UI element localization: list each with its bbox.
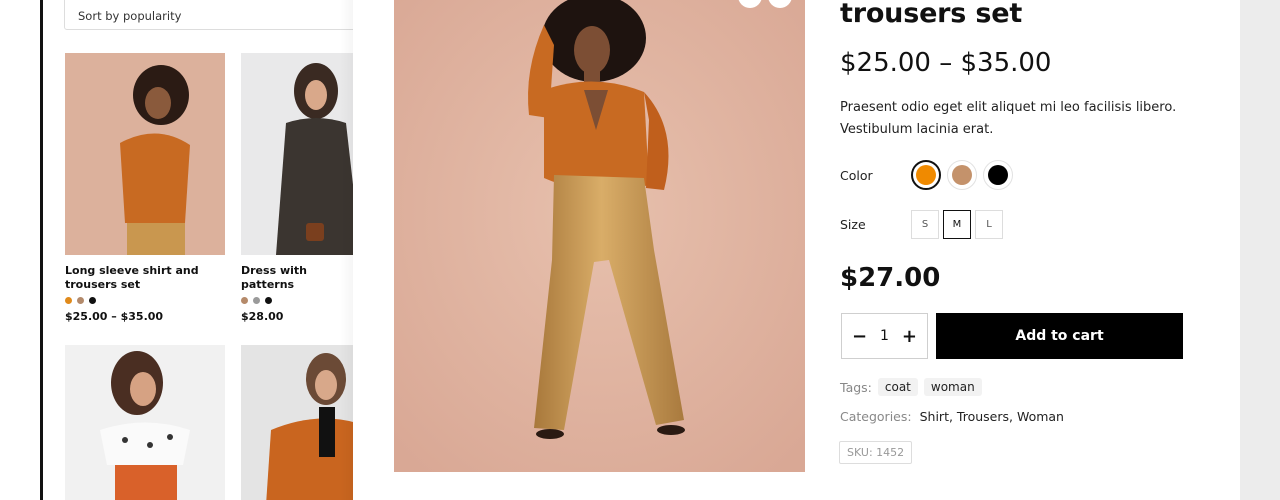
sku-badge: SKU: 1452 <box>839 441 913 464</box>
product-image[interactable] <box>65 345 225 500</box>
add-to-cart-button[interactable]: Add to cart <box>936 313 1183 359</box>
color-swatch-tan[interactable] <box>947 160 977 190</box>
swatch-black[interactable] <box>89 297 96 304</box>
price-range: $25.00 – $35.00 <box>840 48 1052 78</box>
increment-button[interactable]: + <box>902 326 917 347</box>
tags-row: Tags: coat woman <box>840 378 982 396</box>
product-card[interactable]: Long sleeve shirt and trousers set $25.0… <box>65 53 225 323</box>
swatch-black[interactable] <box>265 297 272 304</box>
product-title: trousers set <box>840 0 1023 29</box>
swatch-grey[interactable] <box>253 297 260 304</box>
categories-row: Categories: Shirt, Trousers, Woman <box>840 409 1064 424</box>
categories-links[interactable]: Shirt, Trousers, Woman <box>920 409 1064 424</box>
product-name[interactable]: Dress with patterns <box>241 264 356 292</box>
categories-label: Categories: <box>840 409 912 424</box>
size-option-m[interactable]: M <box>943 210 971 239</box>
color-swatch-orange[interactable] <box>911 160 941 190</box>
swatch-tan[interactable] <box>241 297 248 304</box>
product-description: Praesent odio eget elit aliquet mi leo f… <box>840 100 1177 137</box>
tag-link[interactable]: coat <box>877 378 918 396</box>
quantity-value[interactable]: 1 <box>880 328 889 344</box>
tag-link[interactable]: woman <box>923 378 982 396</box>
product-price: $25.00 – $35.00 <box>65 310 164 323</box>
swatches <box>65 297 225 304</box>
sort-select[interactable]: Sort by popularity <box>64 0 364 30</box>
size-option-s[interactable]: S <box>911 210 939 239</box>
product-card[interactable]: Dress with patterns $28.00 <box>241 53 356 323</box>
color-swatch-black[interactable] <box>983 160 1013 190</box>
product-price: $28.00 <box>241 310 284 323</box>
product-image[interactable] <box>241 53 356 255</box>
quantity-stepper: − 1 + <box>841 313 928 359</box>
product-image[interactable] <box>241 345 356 500</box>
main-product-image[interactable] <box>394 0 805 472</box>
product-name[interactable]: Long sleeve shirt and trousers set <box>65 264 225 292</box>
size-label: Size <box>840 217 866 232</box>
decrement-button[interactable]: − <box>852 326 867 347</box>
product-image[interactable] <box>65 53 225 255</box>
tags-label: Tags: <box>840 379 872 395</box>
product-card[interactable] <box>65 345 225 500</box>
swatches <box>241 297 356 304</box>
swatch-tan[interactable] <box>77 297 84 304</box>
backdrop <box>1240 0 1280 500</box>
shop-page: Sort by popularity Long sleeve shirt and… <box>0 0 364 500</box>
product-card[interactable] <box>241 345 356 500</box>
swatch-orange[interactable] <box>65 297 72 304</box>
product-price: $27.00 <box>840 263 941 293</box>
color-label: Color <box>840 168 873 183</box>
page-border <box>40 0 43 500</box>
size-option-l[interactable]: L <box>975 210 1003 239</box>
